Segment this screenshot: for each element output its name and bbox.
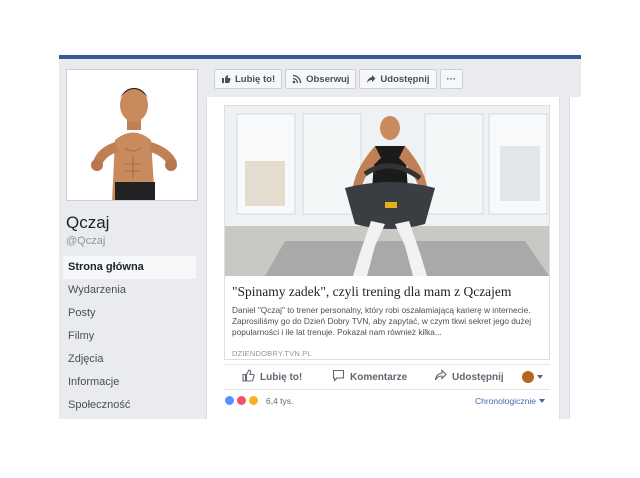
follow-label: Obserwuj xyxy=(306,73,350,85)
thumbs-up-icon xyxy=(221,74,231,84)
feed-column: "Spinamy zadek", czyli trening dla mam z… xyxy=(206,97,560,419)
page-like-label: Lubię to! xyxy=(235,73,276,85)
link-preview-card[interactable]: "Spinamy zadek", czyli trening dla mam z… xyxy=(224,105,550,360)
link-title[interactable]: "Spinamy zadek", czyli trening dla mam z… xyxy=(232,284,548,300)
link-domain: DZIENDOBRY.TVN.PL xyxy=(232,349,312,358)
page-handle: @Qczaj xyxy=(66,235,106,247)
page-title[interactable]: Qczaj xyxy=(66,213,109,233)
post-share-label: Udostępnij xyxy=(452,371,504,383)
post-action-row: Lubię to! Komentarze Udostępnij xyxy=(224,364,550,390)
post-as-selector[interactable] xyxy=(522,371,543,383)
more-button[interactable]: ··· xyxy=(439,69,463,89)
page-action-bar: Lubię to! Obserwuj Udostępnij ··· xyxy=(214,69,463,89)
facebook-page: Qczaj @Qczaj Strona główna Wydarzenia Po… xyxy=(59,59,581,419)
reactions-summary[interactable]: 6,4 tys. xyxy=(224,395,293,406)
comment-sort-dropdown[interactable]: Chronologicznie xyxy=(475,396,545,406)
left-sidebar: Qczaj @Qczaj Strona główna Wydarzenia Po… xyxy=(59,59,204,419)
sidebar-item-posts[interactable]: Posty xyxy=(63,302,196,325)
profile-picture[interactable] xyxy=(66,69,198,201)
reaction-count: 6,4 tys. xyxy=(266,395,294,406)
haha-reaction-icon xyxy=(248,395,259,406)
sort-label: Chronologicznie xyxy=(475,396,536,406)
like-reaction-icon xyxy=(224,395,235,406)
avatar xyxy=(522,371,534,383)
caret-down-icon xyxy=(538,399,545,403)
post-share-button[interactable]: Udostępnij xyxy=(434,369,504,385)
comment-button[interactable]: Komentarze xyxy=(332,369,407,385)
post-like-label: Lubię to! xyxy=(260,371,303,383)
follow-button[interactable]: Obserwuj xyxy=(285,69,357,89)
right-column xyxy=(569,97,581,419)
page-like-button[interactable]: Lubię to! xyxy=(214,69,283,89)
comment-label: Komentarze xyxy=(350,371,408,383)
post-like-button[interactable]: Lubię to! xyxy=(242,369,302,385)
sidebar-item-videos[interactable]: Filmy xyxy=(63,325,196,348)
link-preview-image xyxy=(225,106,549,276)
sidebar-item-photos[interactable]: Zdjęcia xyxy=(63,348,196,371)
sidebar-item-about[interactable]: Informacje xyxy=(63,371,196,394)
thumbs-up-icon xyxy=(242,369,255,385)
sidebar-nav: Strona główna Wydarzenia Posty Filmy Zdj… xyxy=(63,256,196,417)
page-share-button[interactable]: Udostępnij xyxy=(359,69,437,89)
page-share-label: Udostępnij xyxy=(380,73,430,85)
share-arrow-icon xyxy=(434,369,447,385)
link-description: Daniel "Qczaj" to trener personalny, któ… xyxy=(232,305,532,337)
caret-down-icon xyxy=(537,375,543,379)
rss-icon xyxy=(292,74,302,84)
profile-photo-illustration xyxy=(67,70,197,200)
sidebar-item-home[interactable]: Strona główna xyxy=(63,256,196,279)
love-reaction-icon xyxy=(236,395,247,406)
share-arrow-icon xyxy=(366,74,376,84)
comment-icon xyxy=(332,369,345,385)
more-icon: ··· xyxy=(446,73,457,85)
sidebar-item-events[interactable]: Wydarzenia xyxy=(63,279,196,302)
sidebar-item-community[interactable]: Społeczność xyxy=(63,394,196,417)
